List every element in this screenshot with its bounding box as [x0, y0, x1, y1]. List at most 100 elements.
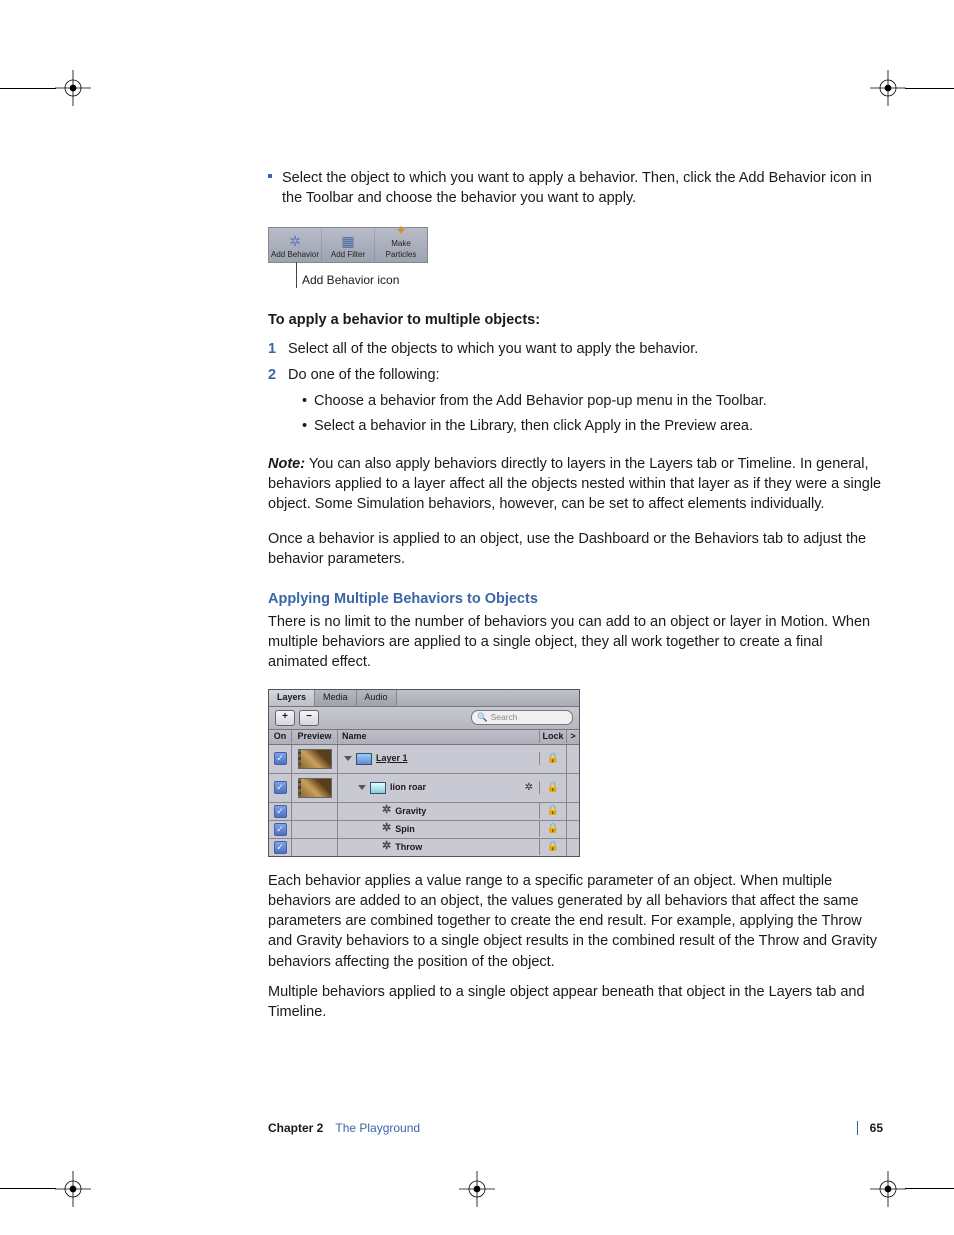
table-row[interactable]: ✓ ✲ Gravity 🔒 [269, 803, 579, 821]
bullet-dot-icon: • [302, 416, 314, 436]
disclosure-triangle-icon[interactable] [358, 785, 366, 790]
search-placeholder: Search [491, 712, 518, 724]
image-icon [370, 782, 386, 794]
page-content: Select the object to which you want to a… [268, 168, 883, 1023]
footer-page-number: 65 [870, 1121, 883, 1135]
layers-toolbar: + − 🔍 Search [269, 707, 579, 730]
toolbar-add-filter: ▦ Add Filter [322, 228, 375, 262]
toolbar-label: Add Behavior [269, 249, 321, 260]
intro-bullet-item: Select the object to which you want to a… [268, 168, 883, 209]
section-body: There is no limit to the number of behav… [268, 612, 883, 673]
note-label: Note: [268, 456, 305, 472]
tab-layers[interactable]: Layers [269, 690, 315, 706]
registration-mark-icon [870, 1171, 906, 1207]
lock-icon[interactable]: 🔒 [547, 822, 559, 836]
sub-item: • Select a behavior in the Library, then… [302, 416, 883, 436]
visibility-checkbox[interactable]: ✓ [274, 841, 287, 854]
table-row[interactable]: ✓ Layer 1 🔒 [269, 745, 579, 774]
col-more: > [567, 730, 579, 743]
sub-item: • Choose a behavior from the Add Behavio… [302, 391, 883, 411]
toolbar-label: Make Particles [375, 238, 427, 260]
paragraph-last: Multiple behaviors applied to a single o… [268, 982, 883, 1023]
row-name: Layer 1 [376, 752, 408, 765]
bullet-dot-icon: • [302, 391, 314, 411]
behavior-icon: ✲ [382, 821, 391, 836]
crop-line [0, 88, 56, 89]
lock-icon[interactable]: 🔒 [547, 840, 559, 854]
toolbar-make-particles: ✦ Make Particles [375, 228, 427, 262]
toolbar-caption: Add Behavior icon [296, 262, 428, 289]
search-input[interactable]: 🔍 Search [471, 710, 573, 725]
step-number: 1 [268, 339, 282, 359]
numbered-list: 1 Select all of the objects to which you… [268, 339, 883, 440]
crop-line [905, 88, 954, 89]
gear-icon: ✲ [269, 234, 321, 248]
col-preview: Preview [292, 730, 338, 743]
lock-icon[interactable]: 🔒 [547, 781, 559, 795]
behavior-icon: ✲ [382, 803, 391, 818]
step-number: 2 [268, 365, 282, 440]
table-row[interactable]: ✓ lion roar ✲ 🔒 [269, 774, 579, 803]
visibility-checkbox[interactable]: ✓ [274, 805, 287, 818]
layers-tabs: Layers Media Audio [269, 690, 579, 707]
step-1: 1 Select all of the objects to which you… [268, 339, 883, 359]
table-row[interactable]: ✓ ✲ Throw 🔒 [269, 839, 579, 856]
lock-icon[interactable]: 🔒 [547, 804, 559, 818]
footer-separator [857, 1121, 858, 1135]
col-on: On [269, 730, 292, 743]
behavior-icon: ✲ [382, 839, 391, 854]
paragraph-after-layers: Each behavior applies a value range to a… [268, 871, 883, 972]
particles-icon: ✦ [375, 223, 427, 237]
row-name: lion roar [390, 781, 426, 794]
note-paragraph: Note: You can also apply behaviors direc… [268, 454, 883, 515]
search-icon: 🔍 [477, 712, 488, 724]
registration-mark-icon [55, 1171, 91, 1207]
thumbnail-icon [298, 749, 332, 769]
tab-audio[interactable]: Audio [357, 690, 397, 706]
disclosure-triangle-icon[interactable] [344, 756, 352, 761]
gear-icon: ✲ [525, 781, 533, 795]
footer-chapter: Chapter 2 [268, 1121, 323, 1135]
toolbar-image: ✲ Add Behavior ▦ Add Filter ✦ Make Parti… [268, 227, 428, 263]
col-name: Name [338, 730, 540, 743]
step-text: Select all of the objects to which you w… [288, 339, 883, 359]
page-footer: Chapter 2 The Playground 65 [268, 1121, 883, 1135]
lock-icon[interactable]: 🔒 [547, 752, 559, 766]
layers-panel-figure: Layers Media Audio + − 🔍 Search On Previ… [268, 689, 580, 857]
footer-title: The Playground [335, 1121, 420, 1135]
registration-mark-icon [870, 70, 906, 106]
remove-layer-button[interactable]: − [299, 710, 319, 726]
table-row[interactable]: ✓ ✲ Spin 🔒 [269, 821, 579, 839]
after-note-paragraph: Once a behavior is applied to an object,… [268, 529, 883, 570]
layers-column-header: On Preview Name Lock > [269, 730, 579, 745]
toolbar-figure: ✲ Add Behavior ▦ Add Filter ✦ Make Parti… [268, 227, 428, 289]
row-name: Throw [395, 841, 422, 854]
crop-line [0, 1188, 56, 1189]
registration-mark-icon [459, 1171, 495, 1207]
multi-heading: To apply a behavior to multiple objects: [268, 310, 883, 330]
tab-media[interactable]: Media [315, 690, 357, 706]
filter-icon: ▦ [322, 234, 374, 248]
toolbar-label: Add Filter [322, 249, 374, 260]
col-lock: Lock [540, 730, 567, 743]
sub-text: Select a behavior in the Library, then c… [314, 416, 753, 436]
sub-list: • Choose a behavior from the Add Behavio… [288, 391, 883, 436]
layer-icon [356, 753, 372, 765]
add-layer-button[interactable]: + [275, 710, 295, 726]
step-text: Do one of the following: [288, 367, 440, 383]
crop-line [905, 1188, 954, 1189]
section-heading: Applying Multiple Behaviors to Objects [268, 589, 883, 609]
step-2: 2 Do one of the following: • Choose a be… [268, 365, 883, 440]
visibility-checkbox[interactable]: ✓ [274, 823, 287, 836]
sub-text: Choose a behavior from the Add Behavior … [314, 391, 767, 411]
visibility-checkbox[interactable]: ✓ [274, 781, 287, 794]
row-name: Spin [395, 823, 415, 836]
visibility-checkbox[interactable]: ✓ [274, 752, 287, 765]
intro-text: Select the object to which you want to a… [282, 168, 883, 209]
square-bullet-icon [268, 174, 272, 178]
note-body: You can also apply behaviors directly to… [268, 456, 881, 513]
registration-mark-icon [55, 70, 91, 106]
toolbar-add-behavior: ✲ Add Behavior [269, 228, 322, 262]
row-name: Gravity [395, 805, 426, 818]
thumbnail-icon [298, 778, 332, 798]
